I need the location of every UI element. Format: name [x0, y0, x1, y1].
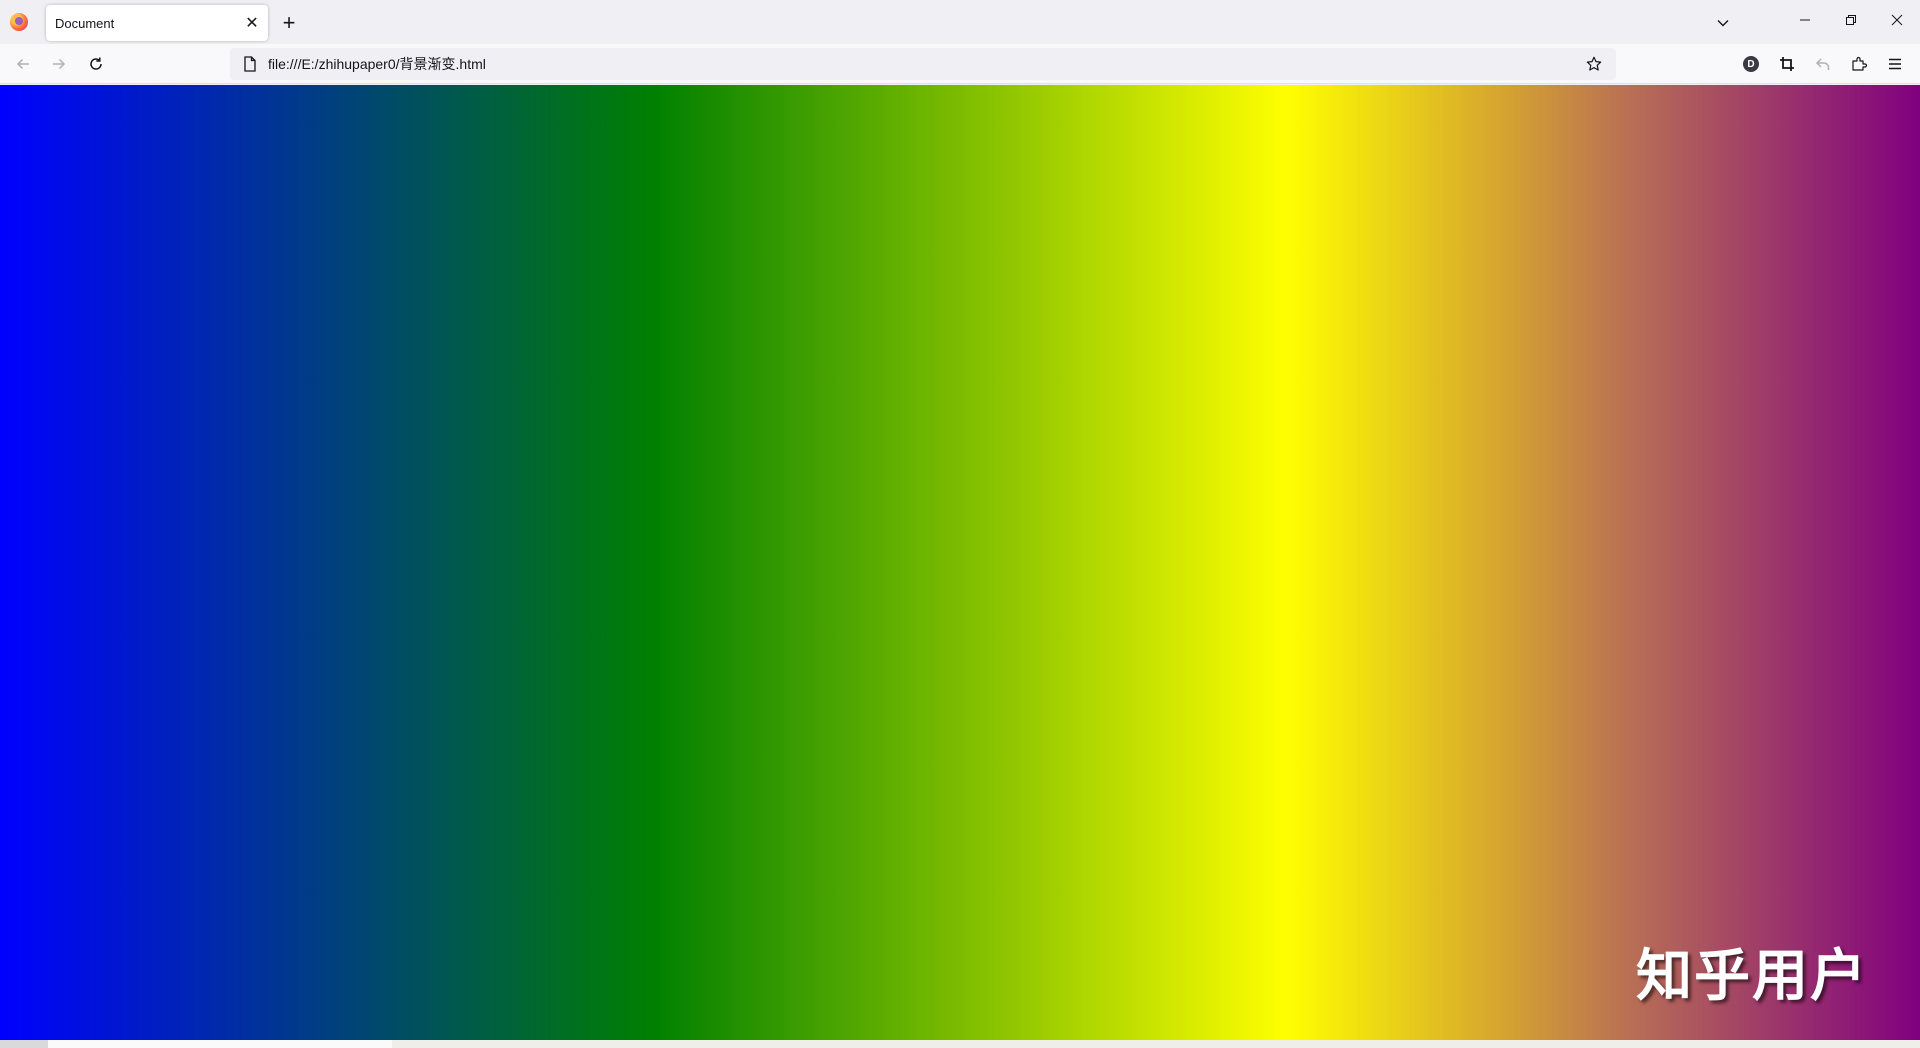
tab-strip: Document ✕ +: [0, 0, 1920, 44]
crop-icon[interactable]: [1773, 50, 1801, 78]
url-text[interactable]: file:///E:/zhihupaper0/背景渐变.html: [266, 54, 1578, 74]
close-icon[interactable]: [1874, 0, 1920, 40]
hamburger-menu-icon[interactable]: [1881, 50, 1909, 78]
page-gradient-background: 知乎用户: [0, 85, 1920, 1040]
navigation-bar: file:///E:/zhihupaper0/背景渐变.html D: [0, 44, 1920, 84]
undo-icon[interactable]: [1809, 50, 1837, 78]
url-bar[interactable]: file:///E:/zhihupaper0/背景渐变.html: [230, 48, 1616, 80]
page-icon[interactable]: [234, 48, 266, 80]
taskbar-segment: [392, 1040, 1920, 1048]
taskbar-segment: [48, 1040, 392, 1048]
browser-window: Document ✕ + file:///E:/zhihupaper0/背景渐变…: [0, 0, 1920, 1048]
tab-close-icon[interactable]: ✕: [240, 11, 264, 35]
minimize-icon[interactable]: [1782, 0, 1828, 40]
taskbar-edge: [0, 1040, 1920, 1048]
watermark-text: 知乎用户: [1636, 944, 1868, 1009]
account-badge: D: [1743, 56, 1759, 72]
firefox-logo-icon[interactable]: [10, 13, 28, 31]
back-arrow-icon[interactable]: [9, 50, 37, 78]
star-icon[interactable]: [1578, 48, 1610, 80]
taskbar-segment: [0, 1040, 48, 1048]
chevron-down-icon[interactable]: [1710, 10, 1736, 36]
tab-title: Document: [55, 15, 115, 31]
extensions-icon[interactable]: [1845, 50, 1873, 78]
reload-icon[interactable]: [82, 50, 110, 78]
tab-document[interactable]: Document ✕: [46, 5, 268, 41]
account-badge-icon[interactable]: D: [1737, 50, 1765, 78]
forward-arrow-icon[interactable]: [45, 50, 73, 78]
restore-icon[interactable]: [1828, 0, 1874, 40]
new-tab-button[interactable]: +: [276, 10, 302, 36]
